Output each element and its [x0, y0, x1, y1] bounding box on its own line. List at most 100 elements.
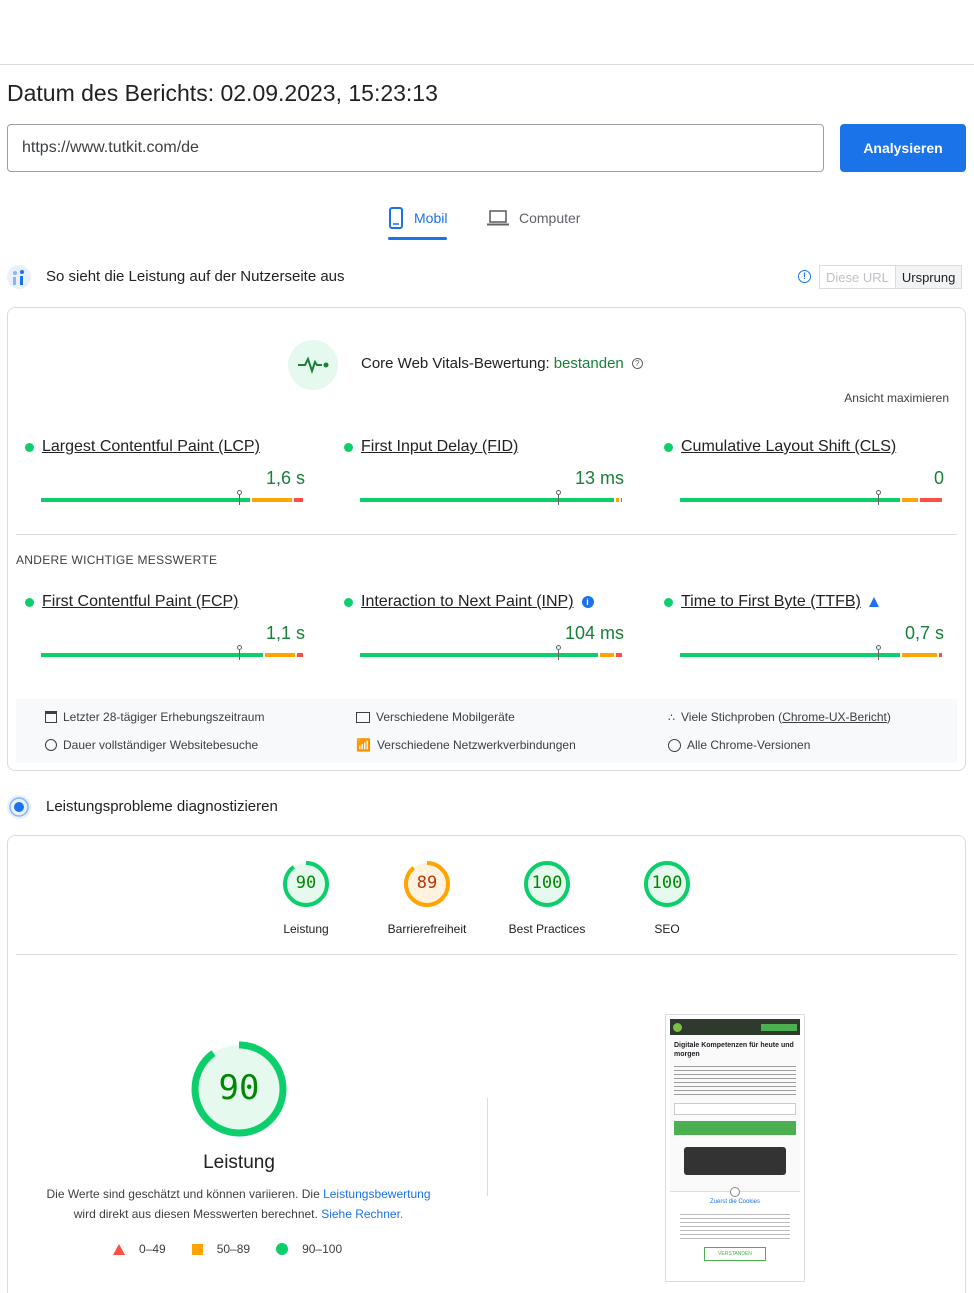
calendar-icon: [45, 711, 57, 723]
timer-icon: [45, 739, 57, 751]
toggle-this-url[interactable]: Diese URL: [820, 266, 896, 288]
bar-marker: [555, 645, 561, 650]
metric-header: First Contentful Paint (FCP): [25, 593, 305, 611]
metric-other_metrics-2: Time to First Byte (TTFB) 0,7 s: [664, 593, 944, 660]
metric-value: 104 ms: [564, 623, 624, 643]
help-icon[interactable]: ?: [631, 358, 643, 369]
metric-name-link[interactable]: First Input Delay (FID): [361, 438, 518, 456]
bar-segment-ni: [616, 498, 620, 502]
distribution-bar: [41, 490, 305, 505]
good-dot-icon: [664, 597, 673, 607]
lab-data-card: 90 Leistung 89 Barrierefreiheit 100 Best Prac…: [7, 835, 966, 1293]
tab-desktop-label: Computer: [519, 210, 581, 226]
metric-core_metrics-1: First Input Delay (FID) 13 ms: [344, 438, 624, 505]
bar-segment-poor: [938, 653, 942, 657]
distribution-bar: [360, 645, 624, 660]
info-samples: ∴ Viele Stichproben (Chrome-UX-Bericht): [668, 710, 891, 724]
score-gauge-2[interactable]: 100 Best Practices: [492, 858, 602, 948]
score-legend: 0–49 50–89 90–100: [113, 1242, 342, 1256]
bar-segment-poor: [294, 498, 303, 502]
bar-marker-line: [878, 495, 879, 505]
screenshot-cookie-button: VERSTANDEN: [704, 1247, 766, 1261]
vitals-icon: [288, 340, 338, 390]
metrics-divider: [16, 534, 957, 535]
field-section-title: So sieht die Leistung auf der Nutzerseit…: [46, 268, 345, 285]
gauge-score: 100: [531, 873, 563, 893]
metric-name-link[interactable]: Cumulative Layout Shift (CLS): [681, 438, 896, 456]
crux-report-link[interactable]: Chrome-UX-Bericht: [782, 710, 887, 724]
flask-icon: [868, 597, 879, 607]
devices-icon: [356, 711, 370, 723]
other-metrics-title: ANDERE WICHTIGE MESSWERTE: [16, 553, 218, 567]
score-gauge-1[interactable]: 89 Barrierefreiheit: [372, 858, 482, 948]
bar-marker-line: [558, 495, 559, 505]
metric-value: 0,7 s: [904, 623, 944, 643]
screenshot-headline: Digitale Kompetenzen für heute und morge…: [674, 1042, 794, 1058]
metric-name-link[interactable]: Time to First Byte (TTFB): [681, 593, 861, 611]
bar-marker-line: [239, 650, 240, 660]
info-period: Letzter 28-tägiger Erhebungszeitraum: [45, 710, 264, 724]
tab-mobile[interactable]: Mobil: [388, 200, 448, 240]
metric-header: Interaction to Next Paint (INP) i: [344, 593, 624, 611]
gauges-divider: [16, 954, 957, 955]
url-input[interactable]: [7, 124, 824, 172]
screenshot-navbar: [670, 1019, 800, 1035]
cwv-label: Core Web Vitals-Bewertung:: [361, 355, 550, 372]
url-origin-toggle[interactable]: Diese URL Ursprung: [819, 265, 963, 289]
metric-core_metrics-2: Cumulative Layout Shift (CLS) 0: [664, 438, 944, 505]
metric-header: Largest Contentful Paint (LCP): [25, 438, 305, 456]
analyze-button[interactable]: Analysieren: [840, 124, 966, 172]
bar-segment-ni: [265, 653, 296, 657]
bar-segment-good: [360, 653, 599, 657]
info-filled-icon[interactable]: i: [581, 596, 594, 608]
poor-triangle-icon: [113, 1243, 125, 1255]
bar-marker-line: [878, 650, 879, 660]
info-versions: Alle Chrome-Versionen: [668, 738, 810, 752]
metric-other_metrics-1: Interaction to Next Paint (INP) i 104 ms: [344, 593, 624, 660]
metric-value: 1,6 s: [265, 468, 305, 488]
tab-desktop[interactable]: Computer: [487, 200, 580, 240]
smartphone-icon: [389, 207, 403, 229]
bar-segment-good: [41, 498, 251, 502]
performance-big-label: Leistung: [203, 1152, 275, 1173]
good-dot-icon: [25, 597, 34, 607]
bar-segment-poor: [920, 498, 942, 502]
calculator-link[interactable]: Siehe Rechner.: [321, 1207, 403, 1221]
score-gauge-0[interactable]: 90 Leistung: [251, 858, 361, 948]
users-icon: [7, 265, 31, 289]
gauge-label: Best Practices: [508, 922, 586, 936]
bar-segment-ni: [901, 653, 937, 657]
good-dot-icon: [664, 442, 673, 452]
toggle-origin[interactable]: Ursprung: [895, 266, 962, 288]
gauge-label: SEO: [654, 922, 680, 936]
metric-core_metrics-0: Largest Contentful Paint (LCP) 1,6 s: [25, 438, 305, 505]
metric-value: 0: [933, 468, 944, 488]
metric-header: Cumulative Layout Shift (CLS): [664, 438, 944, 456]
gauge-score: 100: [651, 873, 683, 893]
bar-marker-line: [239, 495, 240, 505]
gauge-label: Barrierefreiheit: [387, 922, 467, 936]
bar-marker: [236, 490, 242, 495]
metric-value: 13 ms: [574, 468, 624, 488]
metric-name-link[interactable]: First Contentful Paint (FCP): [42, 593, 239, 611]
good-dot-icon: [25, 442, 34, 452]
distribution-bar: [41, 645, 305, 660]
metric-name-link[interactable]: Largest Contentful Paint (LCP): [42, 438, 260, 456]
metric-value: 1,1 s: [265, 623, 305, 643]
bar-segment-good: [41, 653, 264, 657]
bar-segment-ni: [252, 498, 293, 502]
average-square-icon: [191, 1243, 203, 1255]
score-gauge-3[interactable]: 100 SEO: [612, 858, 722, 948]
good-dot-icon: [344, 597, 353, 607]
metric-name-link[interactable]: Interaction to Next Paint (INP): [361, 593, 574, 611]
vertical-divider: [487, 1098, 488, 1196]
bar-segment-poor: [297, 653, 303, 657]
bar-segment-good: [680, 653, 900, 657]
performance-score-link[interactable]: Leistungsbewertung: [323, 1187, 430, 1201]
info-icon[interactable]: !: [798, 270, 811, 283]
laptop-icon: [487, 210, 509, 226]
expand-view-link[interactable]: Ansicht maximieren: [844, 391, 949, 405]
metric-header: First Input Delay (FID): [344, 438, 624, 456]
screenshot-cookie-title: Zuerst die Cookies: [709, 1199, 761, 1205]
score-description: Die Werte sind geschätzt und können vari…: [46, 1187, 431, 1221]
